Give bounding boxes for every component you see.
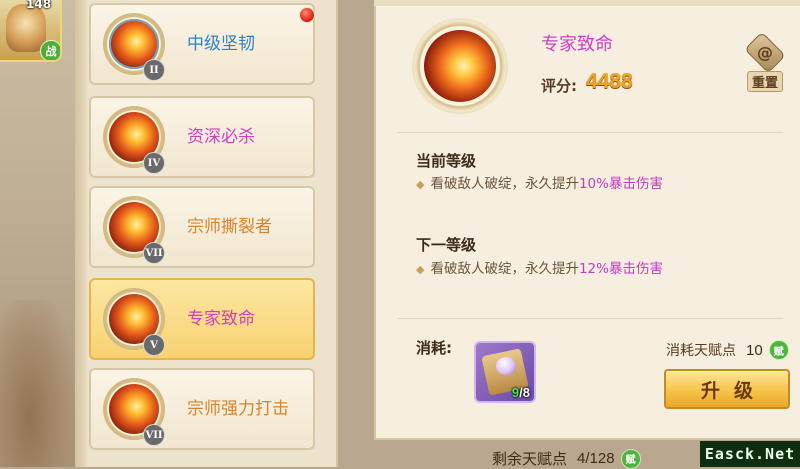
current-level-heading: 当前等级: [416, 152, 477, 170]
talent-name: 资深必杀: [187, 127, 255, 147]
next-level-heading: 下一等级: [416, 236, 477, 254]
remaining-label: 剩余天赋点: [492, 450, 568, 468]
divider: [398, 318, 783, 319]
talent-cost-label: 消耗天赋点: [666, 343, 736, 359]
talent-point-icon: 赋: [620, 448, 641, 469]
remaining-value: 4/128: [577, 450, 615, 467]
next-level-desc-text: 看破敌人破绽，永久提升: [430, 261, 579, 277]
talent-name: 宗师强力打击: [187, 399, 289, 419]
hero-face-image: [6, 4, 46, 52]
talent-icon-frame: VII: [103, 196, 165, 264]
talent-book-item[interactable]: 9/8: [474, 341, 536, 403]
cost-label: 消耗:: [416, 339, 452, 357]
talent-icon-frame: IV: [103, 106, 165, 174]
rank-badge: IV: [143, 152, 165, 174]
current-level-desc: ◆ 看破敌人破绽，永久提升10%暴击伤害: [416, 172, 663, 192]
talent-list-item[interactable]: VII 宗师强力打击: [89, 368, 315, 450]
talent-icon-frame: VII: [103, 378, 165, 446]
notification-dot-icon: [299, 7, 315, 23]
talent-cost-value: 10: [746, 341, 763, 359]
upgrade-button[interactable]: 升级: [664, 369, 790, 409]
talent-name: 专家致命: [187, 309, 255, 329]
talent-list-item[interactable]: IV 资深必杀: [89, 96, 315, 178]
hero-portrait[interactable]: 148 战: [0, 0, 62, 62]
divider: [398, 132, 783, 133]
talent-icon-frame: V: [103, 288, 165, 356]
crit-flame-icon: [424, 30, 496, 102]
current-level-desc-text: 看破敌人破绽，永久提升: [430, 176, 579, 192]
rank-badge: VII: [143, 424, 165, 446]
talent-list-panel: II 中级坚韧 IV 资深必杀 VII 宗师撕裂者 V 专家致命 VII 宗师强力打击: [75, 0, 338, 467]
talent-title: 专家致命: [541, 34, 613, 55]
remaining-talent-points: 剩余天赋点 4/128 赋: [492, 448, 641, 469]
talent-list-item[interactable]: V 专家致命: [89, 278, 315, 360]
battle-badge: 战: [40, 40, 60, 60]
rank-badge: II: [143, 59, 165, 81]
background-decoration: [0, 300, 75, 467]
talent-name: 中级坚韧: [187, 34, 255, 54]
next-level-value: 12%暴击伤害: [578, 261, 663, 277]
score-value: 4488: [586, 70, 633, 93]
current-level-value: 10%暴击伤害: [578, 176, 663, 192]
next-level-desc: ◆ 看破敌人破绽，永久提升12%暴击伤害: [416, 257, 663, 277]
reset-swirl-icon: @: [744, 31, 786, 74]
talent-point-cost: 消耗天赋点 10 赋: [666, 340, 789, 360]
watermark: Easck.Net: [700, 441, 800, 467]
talent-list-item[interactable]: VII 宗师撕裂者: [89, 186, 315, 268]
diamond-bullet-icon: ◆: [416, 178, 425, 191]
talent-icon-frame: II: [103, 13, 165, 81]
talent-name: 宗师撕裂者: [187, 217, 272, 237]
item-count: 9/8: [512, 385, 530, 400]
talent-list-item[interactable]: II 中级坚韧: [89, 3, 315, 85]
detail-panel-frame: [374, 0, 800, 6]
reset-button[interactable]: @ 重置: [742, 31, 788, 92]
talent-point-icon: 赋: [768, 340, 789, 360]
reset-label: 重置: [746, 71, 783, 92]
hero-level: 148: [26, 0, 52, 11]
score-label: 评分:: [541, 77, 577, 95]
rank-badge: V: [143, 334, 165, 356]
purple-gem-icon: [496, 357, 516, 375]
rank-badge: VII: [143, 242, 165, 264]
item-count-required: /8: [519, 385, 530, 400]
selected-talent-icon-frame: [412, 18, 508, 114]
diamond-bullet-icon: ◆: [416, 263, 425, 276]
